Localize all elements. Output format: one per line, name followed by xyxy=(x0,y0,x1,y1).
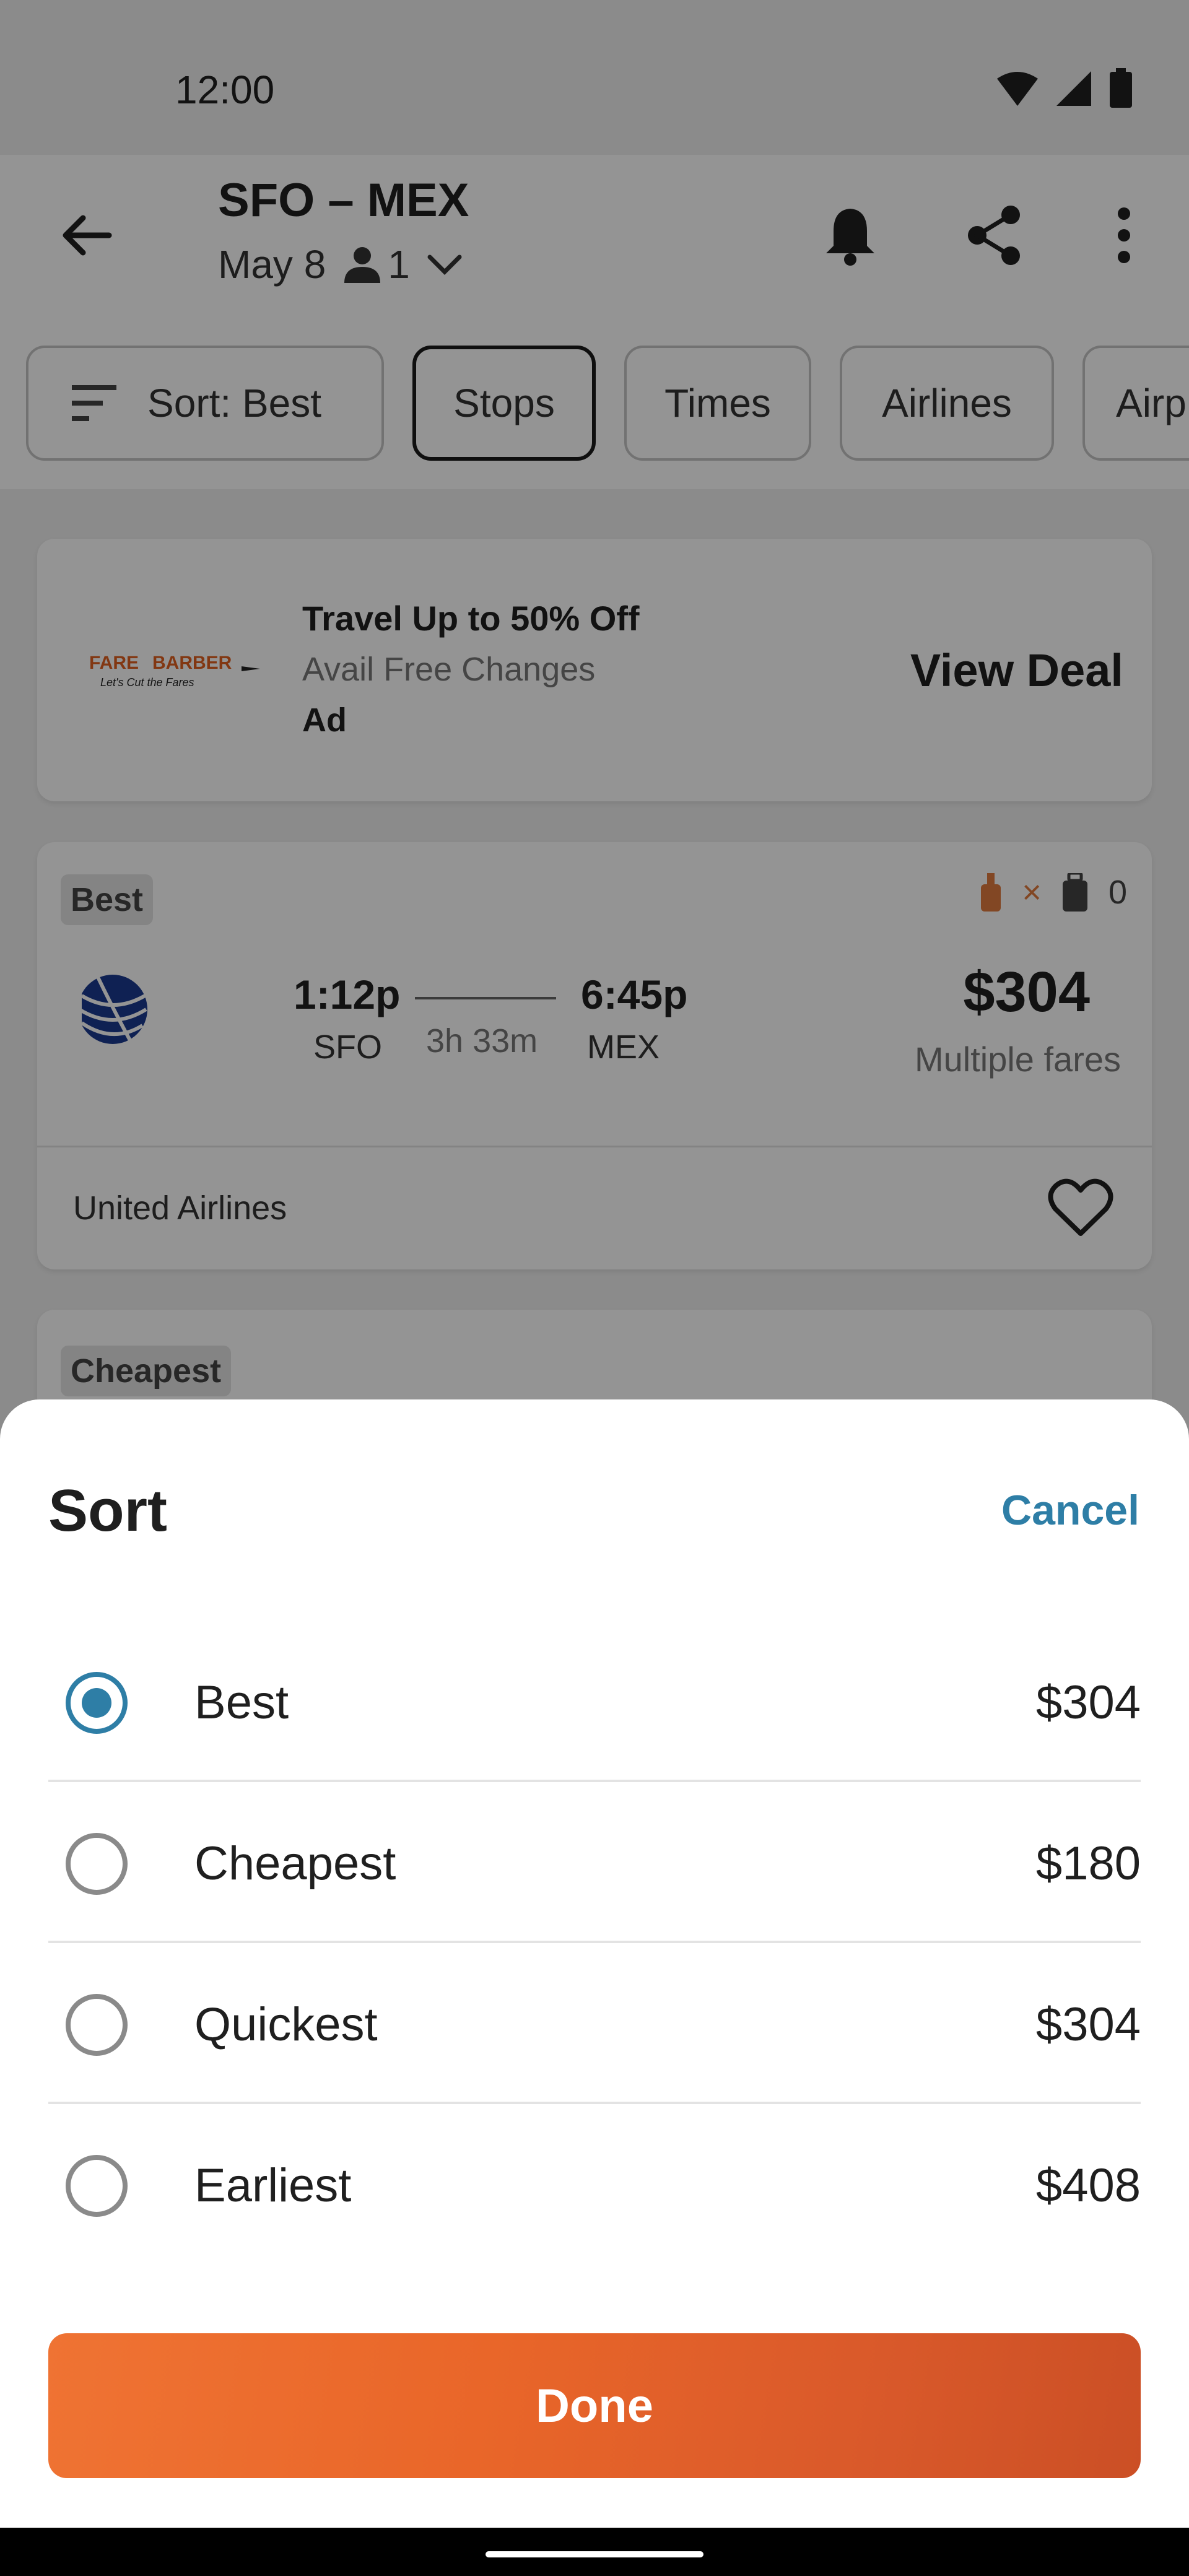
sort-bottom-sheet: Sort Cancel Best $304 Cheapest $180 Quic… xyxy=(0,1399,1189,2528)
sort-option-earliest[interactable]: Earliest $408 xyxy=(48,2104,1141,2265)
sort-option-price: $180 xyxy=(1035,1837,1141,1890)
sort-option-price: $304 xyxy=(1035,1676,1141,1729)
system-nav-bar xyxy=(0,2528,1189,2576)
sort-option-label: Earliest xyxy=(194,2159,352,2212)
radio-unselected[interactable] xyxy=(66,2155,128,2217)
cancel-button[interactable]: Cancel xyxy=(1001,1486,1139,1534)
sort-option-label: Quickest xyxy=(194,1998,378,2051)
sort-option-label: Best xyxy=(194,1676,289,1729)
sort-option-quickest[interactable]: Quickest $304 xyxy=(48,1943,1141,2104)
home-gesture-handle[interactable] xyxy=(486,2551,703,2557)
radio-unselected[interactable] xyxy=(66,1833,128,1895)
sort-option-label: Cheapest xyxy=(194,1837,396,1890)
radio-selected[interactable] xyxy=(66,1672,128,1734)
done-button[interactable]: Done xyxy=(48,2333,1141,2478)
sort-option-cheapest[interactable]: Cheapest $180 xyxy=(48,1782,1141,1943)
sort-option-price: $304 xyxy=(1035,1998,1141,2051)
sort-sheet-title: Sort xyxy=(48,1477,167,1544)
radio-unselected[interactable] xyxy=(66,1994,128,2056)
sort-option-best[interactable]: Best $304 xyxy=(48,1621,1141,1782)
sort-option-price: $408 xyxy=(1035,2159,1141,2212)
